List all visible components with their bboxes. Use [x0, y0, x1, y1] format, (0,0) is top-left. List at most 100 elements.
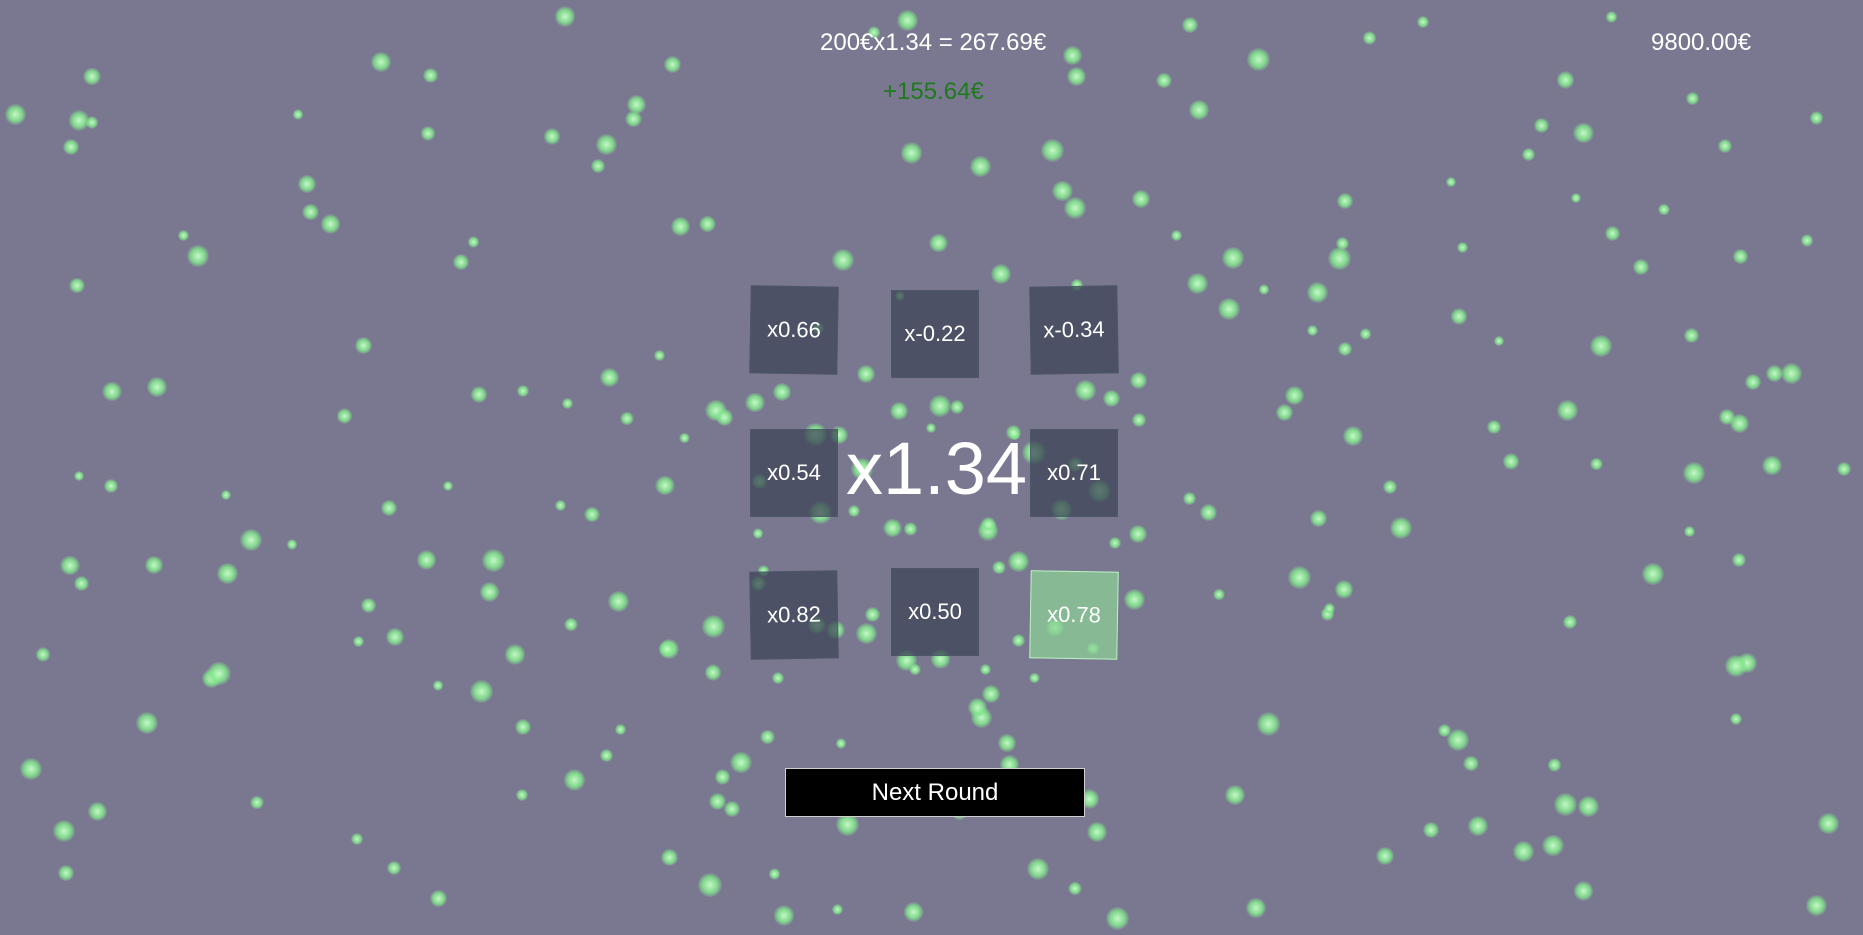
particle: [145, 556, 163, 574]
particle: [1642, 563, 1665, 586]
particle: [69, 277, 86, 294]
particle: [883, 518, 902, 538]
particle: [1463, 755, 1479, 772]
particle: [1686, 92, 1699, 105]
balance: 9800.00€: [1651, 29, 1752, 56]
multiplier-tile-selected[interactable]: x0.78: [1029, 570, 1119, 660]
particle: [1486, 419, 1501, 434]
particle: [207, 661, 231, 686]
particle: [1362, 31, 1377, 45]
particle: [1730, 712, 1743, 726]
particle: [147, 377, 167, 397]
particle: [1512, 840, 1534, 862]
multiplier-tile[interactable]: x0.50: [891, 568, 979, 656]
particle: [1029, 672, 1040, 684]
next-round-button[interactable]: Next Round: [785, 768, 1085, 817]
tile-label: x0.66: [766, 316, 822, 343]
particle: [1605, 11, 1618, 23]
particle: [624, 110, 642, 128]
particle: [1256, 712, 1281, 737]
particle: [903, 522, 918, 536]
multiplier-tile[interactable]: x0.71: [1030, 429, 1118, 517]
particle: [74, 471, 85, 482]
particle: [250, 795, 264, 810]
particle: [429, 889, 447, 907]
particle: [1683, 327, 1700, 344]
particle: [1557, 71, 1575, 89]
particle: [1245, 898, 1266, 919]
tile-label: x0.78: [1046, 601, 1102, 628]
particle: [1389, 516, 1413, 540]
particle: [1604, 225, 1621, 242]
particle: [855, 622, 877, 645]
particle: [1086, 821, 1107, 842]
particle: [543, 128, 561, 145]
particle: [607, 590, 630, 612]
multiplier-tile[interactable]: x-0.34: [1029, 285, 1119, 375]
particle: [1285, 386, 1305, 406]
particle: [591, 159, 605, 173]
tile-label: x-0.22: [904, 321, 966, 346]
particle: [1633, 259, 1649, 275]
particle: [1109, 536, 1122, 549]
particle: [1563, 614, 1577, 629]
particle: [772, 672, 785, 685]
particle: [997, 734, 1017, 753]
particle: [35, 647, 51, 662]
particle: [1800, 234, 1814, 247]
particle: [1217, 298, 1240, 321]
particle: [584, 506, 600, 523]
particle: [679, 433, 690, 444]
particle: [1837, 462, 1852, 477]
particle: [19, 757, 43, 781]
particle: [1067, 67, 1087, 87]
tile-label: x0.50: [908, 599, 962, 624]
particle: [1307, 281, 1329, 303]
particle: [970, 156, 991, 177]
particle: [353, 636, 364, 647]
particle: [104, 479, 118, 493]
particle: [1457, 242, 1468, 253]
particle: [68, 110, 89, 131]
particle: [217, 562, 239, 584]
particle: [889, 401, 908, 421]
particle: [504, 644, 526, 665]
particle: [1375, 846, 1395, 866]
particle: [835, 737, 847, 749]
particle: [730, 751, 753, 774]
particle: [564, 617, 578, 632]
particle: [1128, 525, 1147, 544]
particle: [136, 711, 159, 734]
particle: [909, 663, 921, 675]
particle: [716, 408, 734, 426]
particle: [1762, 456, 1782, 476]
particle: [1554, 792, 1578, 817]
particle: [857, 365, 876, 384]
game-stage: 200€x1.34 = 267.69€ +155.64€ 9800.00€ x0…: [0, 0, 1863, 935]
particle: [1809, 110, 1824, 125]
particle: [1155, 72, 1172, 89]
particle: [1417, 16, 1429, 28]
particle: [1132, 413, 1146, 427]
particle: [301, 203, 319, 221]
particle: [1573, 122, 1594, 144]
particle: [1225, 785, 1246, 805]
particle: [1182, 16, 1198, 33]
particle: [220, 489, 232, 501]
particle: [563, 769, 586, 792]
particle: [178, 229, 190, 241]
particle: [74, 575, 90, 591]
particle: [350, 832, 364, 846]
particle: [1590, 457, 1603, 471]
multiplier-tile[interactable]: x0.82: [749, 570, 839, 660]
particle: [467, 236, 480, 248]
particle: [760, 730, 775, 745]
win-amount: +155.64€: [883, 78, 984, 105]
particle: [298, 174, 316, 193]
particle: [1327, 246, 1352, 271]
multiplier-tile[interactable]: x0.66: [749, 285, 839, 375]
multiplier-tile[interactable]: x-0.22: [891, 290, 979, 378]
particle: [1733, 249, 1748, 264]
multiplier-tile[interactable]: x0.54: [750, 429, 838, 517]
particle: [653, 349, 665, 361]
